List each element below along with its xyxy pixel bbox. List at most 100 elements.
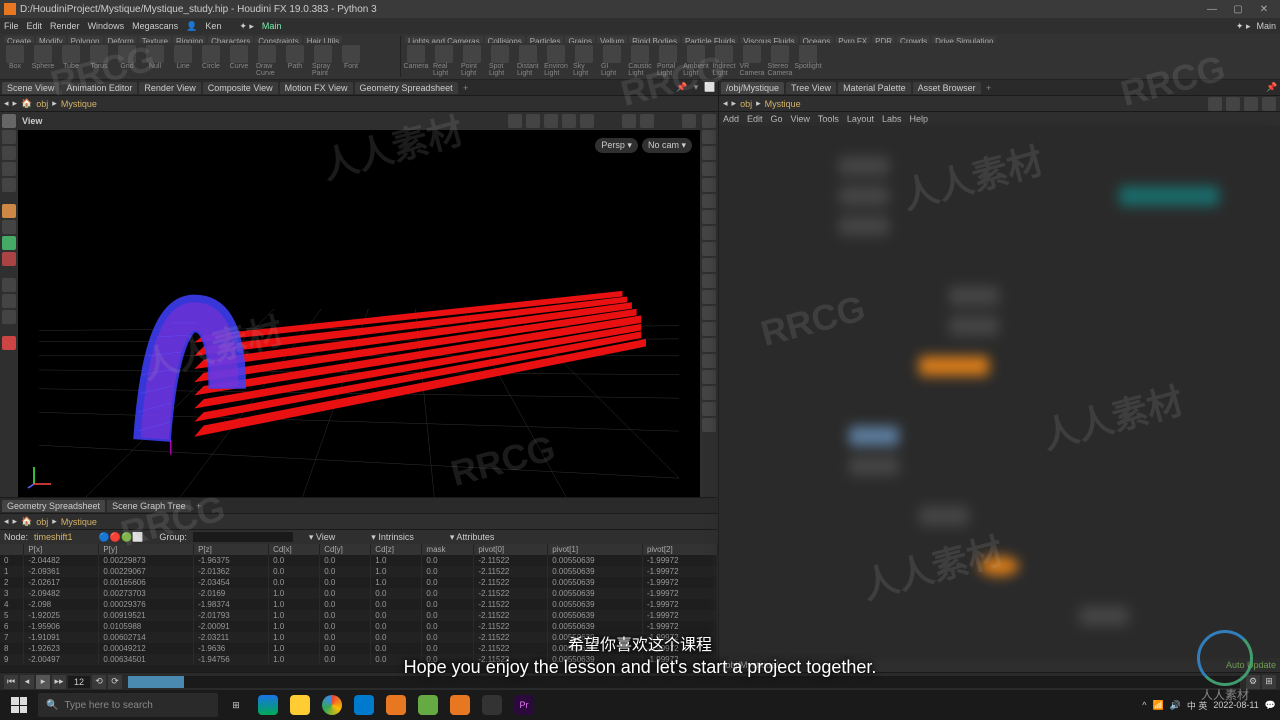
task-view-icon[interactable]: ⊞ (222, 691, 250, 719)
tool-11-icon[interactable] (2, 294, 16, 308)
shelf-tool[interactable]: Box (4, 45, 26, 77)
shelf-tool[interactable]: VR Camera (741, 45, 763, 77)
col-header[interactable]: Cd[x] (269, 544, 320, 555)
net-menu-add[interactable]: Add (723, 114, 739, 124)
pane-menu-icon[interactable]: ▾ (690, 82, 702, 94)
tab-composite[interactable]: Composite View (203, 82, 278, 94)
display-opt-12[interactable] (702, 290, 716, 304)
tray-up-icon[interactable]: ^ (1142, 700, 1146, 710)
scale-tool-icon[interactable] (2, 162, 16, 176)
shelf-tool[interactable]: Caustic Light (629, 45, 651, 77)
shelf-tab[interactable]: Particles (527, 36, 564, 43)
first-frame-button[interactable]: ⏮ (4, 675, 18, 689)
start-button[interactable] (4, 691, 34, 719)
net-menu-help[interactable]: Help (909, 114, 928, 124)
tool-9-icon[interactable] (2, 252, 16, 266)
path-mystique[interactable]: Mystique (61, 99, 97, 109)
tab-tree-view[interactable]: Tree View (786, 82, 836, 94)
shelf-tool[interactable]: Spot Light (489, 45, 511, 77)
display-opt-6[interactable] (702, 194, 716, 208)
vp-btn-4[interactable] (562, 114, 576, 128)
shelf-tool[interactable]: Real Light (433, 45, 455, 77)
display-opt-16[interactable] (702, 354, 716, 368)
app-6[interactable] (414, 691, 442, 719)
app-edge[interactable] (254, 691, 282, 719)
tab-motion-fx[interactable]: Motion FX View (280, 82, 353, 94)
add-net-tab[interactable]: + (983, 82, 995, 94)
shelf-tab[interactable]: Drive Simulation (932, 36, 996, 43)
col-header[interactable]: Cd[z] (371, 544, 422, 555)
table-row[interactable]: 2-2.026170.00165606-2.034540.00.01.00.0-… (0, 577, 718, 588)
tab-anim-editor[interactable]: Animation Editor (61, 82, 137, 94)
display-opt-13[interactable] (702, 306, 716, 320)
shelf-tool[interactable]: Circle (200, 45, 222, 77)
shelf-tool[interactable]: Curve (228, 45, 250, 77)
shelf-tab[interactable]: Pyro FX (835, 36, 870, 43)
close-button[interactable]: ✕ (1252, 1, 1276, 17)
tab-asset[interactable]: Asset Browser (913, 82, 981, 94)
net-opt-4[interactable] (1262, 97, 1276, 111)
shelf-tab[interactable]: Texture (139, 36, 171, 43)
shelf-tab[interactable]: Vellum (597, 36, 627, 43)
vp-btn-1[interactable] (508, 114, 522, 128)
shelf-tab[interactable]: Collisions (485, 36, 525, 43)
shelf-tool[interactable]: Sky Light (573, 45, 595, 77)
tab-scene-view[interactable]: Scene View (2, 82, 59, 94)
add-ss-tab[interactable]: + (193, 500, 205, 512)
tab-geo-ss[interactable]: Geometry Spreadsheet (2, 500, 105, 512)
maximize-pane-icon[interactable]: ⬜ (704, 82, 716, 94)
col-header[interactable]: pivot[2] (642, 544, 717, 555)
tray-net-icon[interactable]: 📶 (1152, 700, 1163, 711)
app-8[interactable] (478, 691, 506, 719)
3d-viewport[interactable]: Persp ▾ No cam ▾ (18, 130, 700, 497)
menu-megascans[interactable]: Megascans (132, 21, 178, 31)
desktop-label[interactable]: Main (1256, 21, 1276, 31)
net-opt-2[interactable] (1226, 97, 1240, 111)
net-pin-icon[interactable]: 📌 (1266, 82, 1278, 94)
col-header[interactable]: Cd[y] (320, 544, 371, 555)
net-opt-1[interactable] (1208, 97, 1222, 111)
tab-scene-graph[interactable]: Scene Graph Tree (107, 500, 191, 512)
menu-edit[interactable]: Edit (27, 21, 43, 31)
net-menu-tools[interactable]: Tools (818, 114, 839, 124)
col-header[interactable]: P[x] (24, 544, 99, 555)
tab-network[interactable]: /obj/Mystique (721, 82, 784, 94)
vp-btn-render[interactable] (682, 114, 696, 128)
shelf-tab[interactable]: Modify (36, 36, 66, 43)
col-header[interactable]: pivot[1] (548, 544, 643, 555)
display-opt-7[interactable] (702, 210, 716, 224)
menu-windows[interactable]: Windows (88, 21, 125, 31)
menu-file[interactable]: File (4, 21, 19, 31)
net-menu-edit[interactable]: Edit (747, 114, 763, 124)
shelf-tool[interactable]: Distant Light (517, 45, 539, 77)
shelf-tool[interactable]: Point Light (461, 45, 483, 77)
vp-btn-3[interactable] (544, 114, 558, 128)
vp-btn-7[interactable] (640, 114, 654, 128)
tool-7-icon[interactable] (2, 220, 16, 234)
shelf-tool[interactable]: Draw Curve (256, 45, 278, 77)
nav-fwd-icon[interactable]: ▸ (13, 98, 18, 109)
tl-btn-a[interactable]: ⟲ (92, 675, 106, 689)
display-opt-1[interactable] (702, 114, 716, 128)
shelf-tool[interactable]: Path (284, 45, 306, 77)
shelf-tool[interactable]: Font (340, 45, 362, 77)
tool-12-icon[interactable] (2, 310, 16, 324)
display-opt-17[interactable] (702, 370, 716, 384)
shelf-tool[interactable]: Ambient Light (685, 45, 707, 77)
move-tool-icon[interactable] (2, 130, 16, 144)
display-opt-8[interactable] (702, 226, 716, 240)
nav-back-icon[interactable]: ◂ (4, 98, 9, 109)
network-editor[interactable] (719, 126, 1280, 658)
table-row[interactable]: 3-2.094820.00273703-2.01691.00.00.00.0-2… (0, 588, 718, 599)
rotate-tool-icon[interactable] (2, 146, 16, 160)
shelf-tool[interactable]: Portal Light (657, 45, 679, 77)
add-tab-button[interactable]: + (460, 82, 472, 94)
minimize-button[interactable]: — (1200, 1, 1224, 17)
maximize-button[interactable]: ▢ (1226, 1, 1250, 17)
path-obj[interactable]: obj (36, 99, 48, 109)
col-header[interactable] (0, 544, 24, 555)
display-opt-3[interactable] (702, 146, 716, 160)
magnet-tool-icon[interactable] (2, 336, 16, 350)
app-houdini[interactable] (446, 691, 474, 719)
display-opt-2[interactable] (702, 130, 716, 144)
